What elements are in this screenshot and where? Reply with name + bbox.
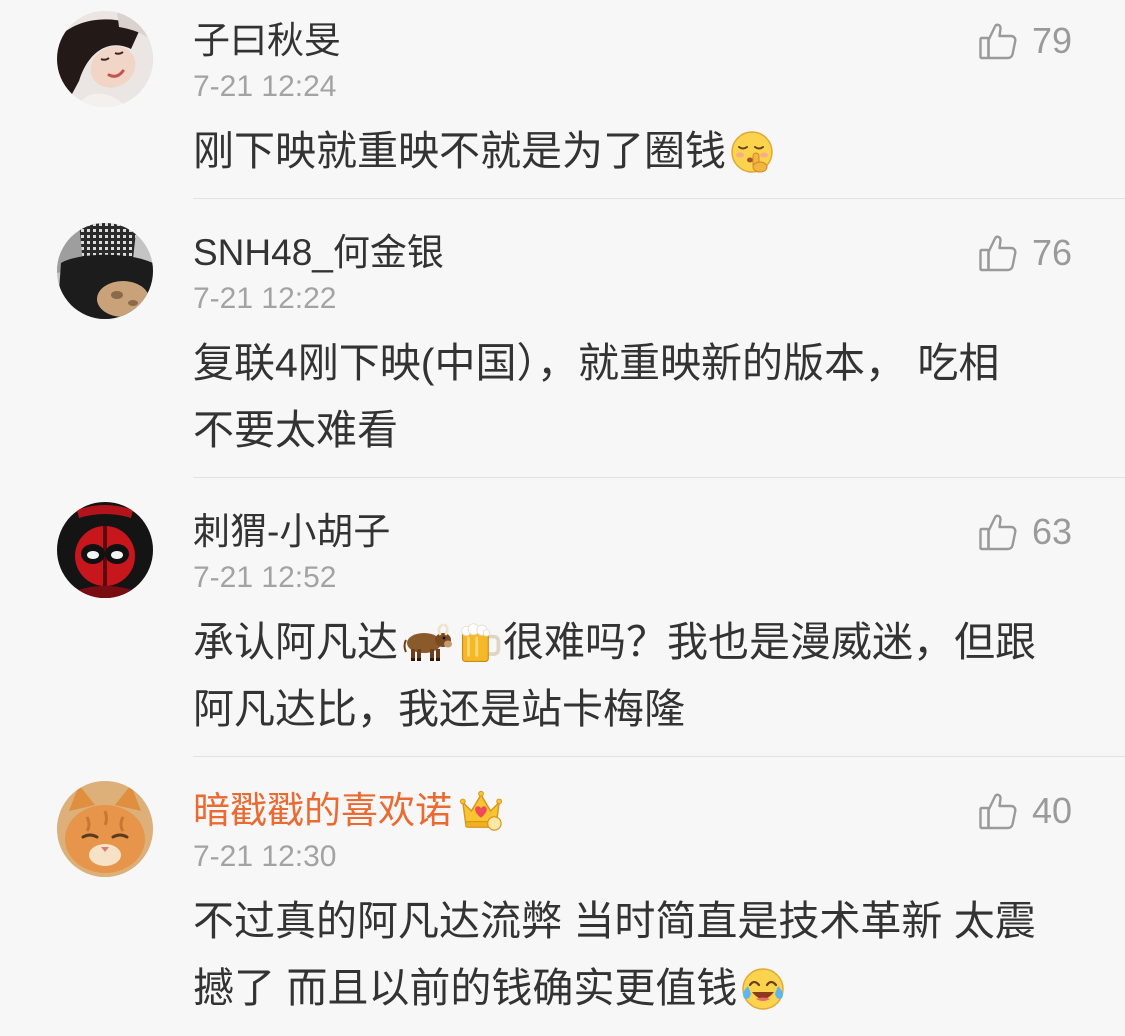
comment-item: SNH48_何金银 7-21 12:22 复联4刚下映(中国），就重映新的版本，… bbox=[0, 199, 1125, 478]
comment-text-segment: 阿凡达比，我还是站卡梅隆 bbox=[193, 686, 685, 732]
comment-line: 不要太难看 bbox=[193, 397, 1125, 464]
comment-line: 复联4刚下映(中国），就重映新的版本， 吃相 bbox=[193, 330, 1125, 397]
comment-item: 子曰秋旻 7-21 12:24 刚下映就重映不就是为了圈钱 79 bbox=[0, 0, 1125, 199]
timestamp: 7-21 12:22 bbox=[193, 282, 337, 315]
like-count: 63 bbox=[1031, 511, 1072, 552]
username-text[interactable]: SNH48_何金银 bbox=[193, 229, 444, 277]
username-text[interactable]: 子曰秋旻 bbox=[193, 17, 341, 65]
comment-list: 子曰秋旻 7-21 12:24 刚下映就重映不就是为了圈钱 79 SNH48_何… bbox=[0, 0, 1125, 1036]
comment-text-segment: 不要太难看 bbox=[193, 407, 398, 453]
like-button[interactable]: 79 bbox=[978, 17, 1072, 65]
ox-emoji-icon bbox=[403, 623, 452, 661]
shush-emoji-icon bbox=[731, 130, 773, 173]
thumbs-up-icon bbox=[979, 235, 1017, 272]
like-count: 79 bbox=[1031, 20, 1072, 61]
comment-text-segment: 承认阿凡达 bbox=[193, 619, 398, 665]
avatar[interactable] bbox=[57, 502, 153, 598]
comment-line: 承认阿凡达 很难吗？我也是漫威迷，但跟 bbox=[193, 609, 1125, 676]
comment-text[interactable]: 复联4刚下映(中国），就重映新的版本， 吃相 不要太难看 bbox=[193, 330, 1125, 464]
comment-line: 阿凡达比，我还是站卡梅隆 bbox=[193, 676, 1125, 743]
like-count: 40 bbox=[1031, 790, 1072, 831]
thumbs-up-icon bbox=[979, 793, 1017, 830]
comment-text[interactable]: 承认阿凡达 很难吗？我也是漫威迷，但跟 阿凡达比，我还是站卡梅隆 bbox=[193, 609, 1125, 743]
comment-line: 刚下映就重映不就是为了圈钱 bbox=[193, 118, 1125, 185]
beer-emoji-icon bbox=[461, 622, 501, 662]
timestamp: 7-21 12:24 bbox=[193, 70, 337, 103]
comment-text-segment: 很难吗？我也是漫威迷，但跟 bbox=[503, 619, 1036, 665]
crown-fan-badge-icon[interactable] bbox=[458, 789, 504, 833]
comment-text[interactable]: 不过真的阿凡达流弊 当时简直是技术革新 太震 撼了 而且以前的钱确实更值钱 bbox=[193, 888, 1125, 1022]
thumbs-up-icon bbox=[979, 23, 1017, 60]
comment-text-segment: 撼了 而且以前的钱确实更值钱 bbox=[193, 965, 738, 1011]
timestamp: 7-21 12:30 bbox=[193, 840, 337, 873]
comment-text-segment: 刚下映就重映不就是为了圈钱 bbox=[193, 128, 726, 174]
like-button[interactable]: 63 bbox=[978, 508, 1072, 556]
comment-text-segment: 复联4刚下映(中国），就重映新的版本， 吃相 bbox=[193, 340, 1000, 386]
thumbs-up-icon bbox=[979, 514, 1017, 551]
like-button[interactable]: 76 bbox=[978, 229, 1072, 277]
username-text[interactable]: 刺猬-小胡子 bbox=[193, 508, 390, 556]
comment-list-page: 子曰秋旻 7-21 12:24 刚下映就重映不就是为了圈钱 79 SNH48_何… bbox=[0, 0, 1125, 1036]
avatar[interactable] bbox=[57, 781, 153, 877]
comment-text[interactable]: 刚下映就重映不就是为了圈钱 bbox=[193, 118, 1125, 185]
comment-item: 刺猬-小胡子 7-21 12:52 承认阿凡达 很难吗？我也是漫威迷，但跟 阿凡… bbox=[0, 478, 1125, 757]
like-count: 76 bbox=[1031, 232, 1072, 273]
like-button[interactable]: 40 bbox=[978, 787, 1072, 835]
avatar[interactable] bbox=[57, 11, 153, 107]
avatar[interactable] bbox=[57, 223, 153, 319]
comment-item: 暗戳戳的喜欢诺 7-21 12:30 不过真的阿凡达流弊 当时简直是技术革新 太… bbox=[0, 757, 1125, 1036]
comment-text-segment: 不过真的阿凡达流弊 当时简直是技术革新 太震 bbox=[193, 898, 1036, 944]
comment-line: 不过真的阿凡达流弊 当时简直是技术革新 太震 bbox=[193, 888, 1125, 955]
timestamp: 7-21 12:52 bbox=[193, 561, 337, 594]
comment-line: 撼了 而且以前的钱确实更值钱 bbox=[193, 955, 1125, 1022]
laugh-cry-emoji-icon bbox=[742, 967, 785, 1010]
username-text[interactable]: 暗戳戳的喜欢诺 bbox=[193, 787, 452, 835]
